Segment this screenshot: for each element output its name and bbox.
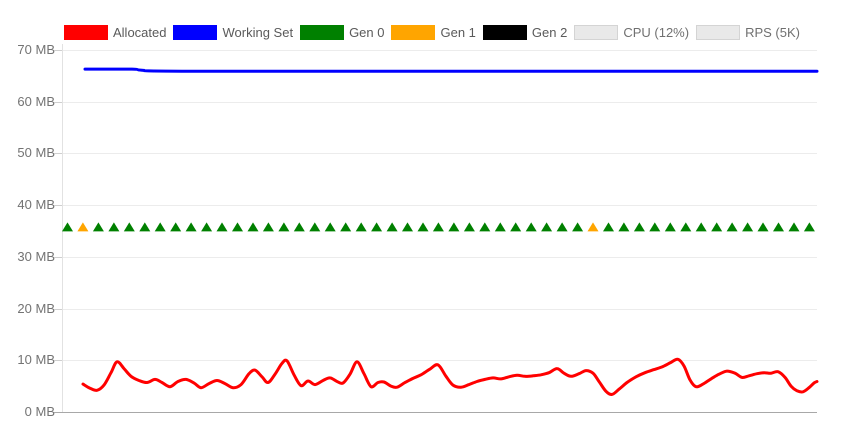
gc-marker-gen-0 <box>603 222 614 232</box>
legend-item-rps[interactable]: RPS (5K) <box>696 25 800 40</box>
gc-marker-gen-0 <box>232 222 243 232</box>
gc-marker-gen-0 <box>711 222 723 232</box>
gc-marker-gen-0 <box>402 222 413 232</box>
gc-marker-gen-0 <box>293 222 305 232</box>
gc-marker-gen-0 <box>432 222 444 232</box>
gc-marker-gen-0 <box>510 222 522 232</box>
legend-item-gen-2[interactable]: Gen 2 <box>482 25 568 40</box>
legend-label-cpu: CPU (12%) <box>623 25 690 40</box>
gc-marker-gen-0 <box>742 222 754 232</box>
gc-marker-gen-0 <box>618 222 630 232</box>
gc-marker-gen-1 <box>587 222 599 232</box>
gc-marker-gen-0 <box>417 222 429 232</box>
gc-marker-gen-0 <box>139 222 151 232</box>
gc-marker-gen-0 <box>154 222 166 232</box>
gc-marker-gen-0 <box>757 222 769 232</box>
gc-marker-gen-0 <box>695 222 707 232</box>
series-line-allocated <box>81 357 819 396</box>
legend-swatch-rps <box>696 25 741 40</box>
legend-label-gen-2: Gen 2 <box>531 25 568 40</box>
gc-marker-gen-0 <box>201 222 213 232</box>
legend-swatch-cpu <box>574 25 619 40</box>
gc-marker-gen-0 <box>247 222 259 232</box>
chart-plot <box>54 44 819 413</box>
gc-marker-gen-0 <box>541 222 553 232</box>
gc-marker-gen-0 <box>664 222 676 232</box>
gc-marker-gen-0 <box>479 222 491 232</box>
gc-marker-gen-0 <box>262 222 274 232</box>
legend-label-working-set: Working Set <box>222 25 294 40</box>
legend-label-gen-0: Gen 0 <box>349 25 385 40</box>
legend-swatch-allocated <box>64 25 108 40</box>
gc-marker-gen-0 <box>633 222 645 232</box>
gc-marker-gen-0 <box>726 222 738 232</box>
gc-marker-gen-0 <box>572 222 584 232</box>
legend-swatch-gen-1 <box>391 25 436 40</box>
legend-label-gen-1: Gen 1 <box>440 25 476 40</box>
legend-swatch-gen-0 <box>300 25 345 40</box>
gc-marker-gen-0 <box>371 222 383 232</box>
gc-marker-gen-0 <box>463 222 475 232</box>
gc-marker-gen-0 <box>649 222 661 232</box>
gc-marker-gen-0 <box>108 222 120 232</box>
chart-legend: Allocated Working Set Gen 0 Gen 1 Gen 2 CPU (… <box>64 25 807 40</box>
series-line-working-set <box>83 67 819 73</box>
gc-marker-gen-0 <box>92 222 104 232</box>
gc-marker-gen-0 <box>355 222 367 232</box>
gc-marker-gen-0 <box>340 222 352 232</box>
legend-item-allocated[interactable]: Allocated <box>64 25 166 40</box>
gc-marker-gen-0 <box>525 222 537 232</box>
gc-marker-gen-0 <box>216 222 228 232</box>
gc-marker-gen-0 <box>309 222 321 232</box>
gc-marker-gen-0 <box>386 222 398 232</box>
legend-label-allocated: Allocated <box>113 25 167 40</box>
gc-marker-gen-0 <box>170 222 182 232</box>
gc-marker-gen-0 <box>448 222 460 232</box>
legend-label-rps: RPS (5K) <box>745 25 800 40</box>
gc-marker-gen-0 <box>556 222 568 232</box>
memory-metrics-chart: Allocated Working Set Gen 0 Gen 1 Gen 2 CPU (… <box>0 0 850 437</box>
gc-marker-gen-0 <box>773 222 784 232</box>
gc-marker-gen-0 <box>803 222 815 232</box>
gc-marker-gen-0 <box>123 222 135 232</box>
gc-marker-gen-0 <box>185 222 197 232</box>
gc-marker-gen-0 <box>494 222 506 232</box>
legend-item-gen-0[interactable]: Gen 0 <box>300 25 384 40</box>
legend-item-gen-1[interactable]: Gen 1 <box>391 25 476 40</box>
legend-swatch-gen-2 <box>482 25 527 40</box>
legend-item-working-set[interactable]: Working Set <box>173 25 293 40</box>
gc-marker-gen-0 <box>680 222 692 232</box>
gc-marker-gen-0 <box>62 222 73 232</box>
legend-swatch-working-set <box>173 25 218 40</box>
gc-marker-gen-1 <box>77 222 89 232</box>
gc-marker-gen-0 <box>324 222 336 232</box>
gc-marker-gen-0 <box>278 222 290 232</box>
gc-marker-gen-0 <box>788 222 800 232</box>
legend-item-cpu[interactable]: CPU (12%) <box>574 25 689 40</box>
